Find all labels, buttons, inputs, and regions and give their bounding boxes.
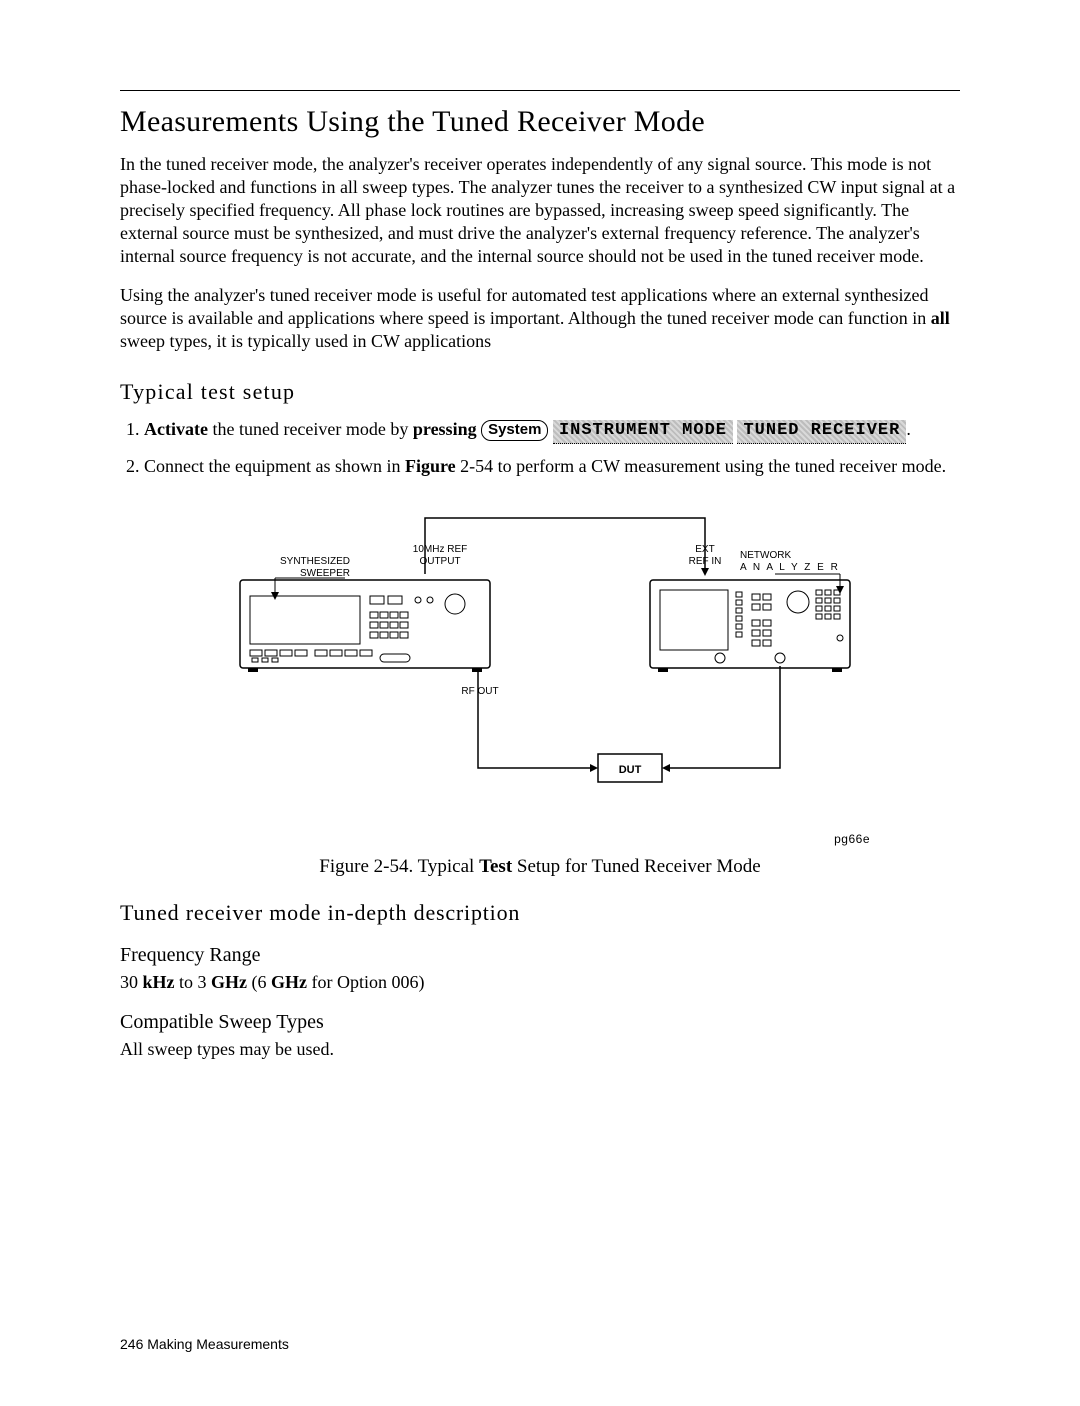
fr-a: 30 bbox=[120, 972, 143, 992]
label-sweeper: SWEEPER bbox=[300, 568, 350, 579]
figure-2-54: .ln { stroke:#000; stroke-width:1.5; fil… bbox=[120, 498, 960, 878]
intro-paragraph-2: Using the analyzer's tuned receiver mode… bbox=[120, 284, 960, 353]
setup-steps: Activate the tuned receiver mode by pres… bbox=[120, 417, 960, 478]
page-title: Measurements Using the Tuned Receiver Mo… bbox=[120, 105, 960, 139]
label-output: OUTPUT bbox=[419, 556, 460, 567]
label-analyzer: A N A L Y Z E R bbox=[740, 562, 840, 573]
document-page: Measurements Using the Tuned Receiver Mo… bbox=[0, 0, 1080, 1406]
compatible-sweep-body: All sweep types may be used. bbox=[120, 1038, 960, 1061]
label-network: NETWORK bbox=[740, 550, 791, 561]
step1-activate: Activate bbox=[144, 419, 208, 439]
page-footer: 246 Making Measurements bbox=[120, 1336, 289, 1352]
label-ext: EXT bbox=[695, 544, 714, 555]
step2-a: Connect the equipment as shown in bbox=[144, 456, 405, 476]
label-dut: DUT bbox=[619, 764, 642, 776]
step1-mid: the tuned receiver mode by bbox=[208, 419, 413, 439]
label-rf-out: RF OUT bbox=[461, 686, 498, 697]
figure-caption: Figure 2-54. Typical Test Setup for Tune… bbox=[120, 856, 960, 878]
caption-post: Setup for Tuned Receiver Mode bbox=[512, 856, 761, 877]
compatible-sweep-heading: Compatible Sweep Types bbox=[120, 1011, 960, 1034]
p2-post: sweep types, it is typically used in CW … bbox=[120, 331, 491, 351]
fr-ghz2: GHz bbox=[271, 972, 307, 992]
figure-diagram: .ln { stroke:#000; stroke-width:1.5; fil… bbox=[220, 498, 860, 828]
fr-khz: kHz bbox=[143, 972, 175, 992]
indepth-heading: Tuned receiver mode in-depth description bbox=[120, 900, 960, 926]
label-10mhz-ref: 10MHz REF bbox=[413, 544, 467, 555]
typical-test-setup-heading: Typical test setup bbox=[120, 379, 960, 405]
step1-pressing: pressing bbox=[413, 419, 481, 439]
figure-id: pg66e bbox=[120, 832, 960, 846]
p2-pre: Using the analyzer's tuned receiver mode… bbox=[120, 285, 931, 328]
network-analyzer-icon bbox=[650, 580, 850, 672]
fr-g: for Option 006) bbox=[307, 972, 424, 992]
caption-pre: Figure 2-54. Typical bbox=[319, 856, 479, 877]
fr-ghz1: GHz bbox=[211, 972, 247, 992]
step2-figure-word: Figure bbox=[405, 456, 456, 476]
label-ref-in: REF IN bbox=[689, 556, 722, 567]
top-rule bbox=[120, 90, 960, 91]
step1-tail: . bbox=[906, 419, 911, 439]
hardkey-system: System bbox=[481, 420, 548, 441]
softkey-tuned-receiver: TUNED RECEIVER bbox=[737, 420, 906, 444]
label-synthesized: SYNTHESIZED bbox=[280, 556, 350, 567]
softkey-instrument-mode: INSTRUMENT MODE bbox=[553, 420, 733, 444]
intro-paragraph-1: In the tuned receiver mode, the analyzer… bbox=[120, 153, 960, 268]
frequency-range-body: 30 kHz to 3 GHz (6 GHz for Option 006) bbox=[120, 971, 960, 994]
frequency-range-heading: Frequency Range bbox=[120, 944, 960, 967]
fr-c: to 3 bbox=[175, 972, 212, 992]
step-1: Activate the tuned receiver mode by pres… bbox=[144, 417, 960, 444]
fr-e: (6 bbox=[247, 972, 271, 992]
step2-c: 2-54 to perform a CW measurement using t… bbox=[456, 456, 947, 476]
step-2: Connect the equipment as shown in Figure… bbox=[144, 454, 960, 478]
caption-bold-test: Test bbox=[479, 856, 512, 877]
p2-bold-all: all bbox=[931, 308, 950, 328]
